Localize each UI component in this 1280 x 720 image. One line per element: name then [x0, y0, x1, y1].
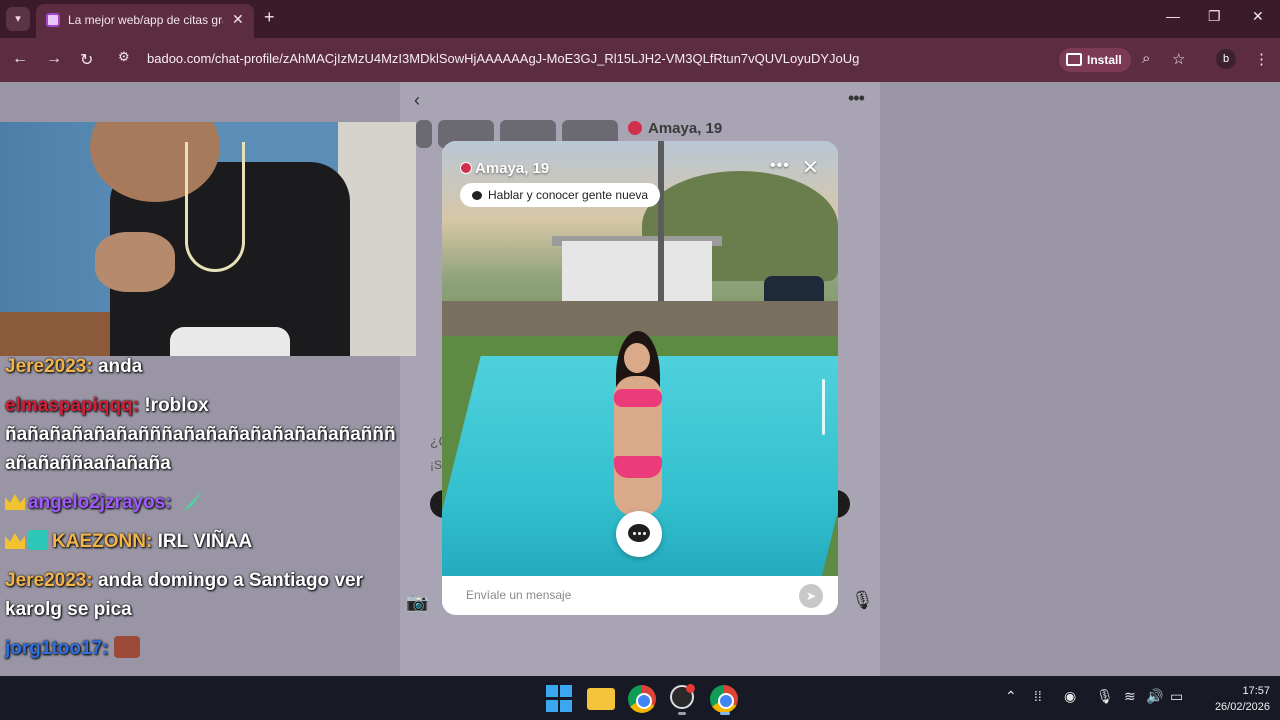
- browser-toolbar: ← → ↻ ⚙ badoo.com/chat-profile/zAhMACjIz…: [0, 38, 1280, 82]
- clock-date: 26/02/2026: [1214, 701, 1270, 713]
- back-button[interactable]: ←: [12, 50, 28, 68]
- tab-title: La mejor web/app de citas grat: [68, 13, 223, 27]
- install-label: Install: [1087, 53, 1122, 67]
- modal-profile-name: Amaya, 19: [460, 160, 549, 177]
- browser-tab[interactable]: La mejor web/app de citas grat ✕: [36, 4, 254, 38]
- message-composer: ➤: [442, 576, 838, 615]
- stream-chat: Jere2023: anda elmaspapiqqq: !roblox ñañ…: [5, 352, 415, 673]
- chat-username: Jere2023: [5, 356, 87, 377]
- open-chat-button[interactable]: [616, 511, 662, 557]
- chat-message: KAEZONN: IRL VIÑAA: [5, 527, 415, 556]
- page-more-icon[interactable]: •••: [848, 88, 865, 109]
- install-icon: [1066, 53, 1082, 66]
- file-explorer-icon[interactable]: [587, 688, 615, 710]
- zoom-icon[interactable]: ⌕: [1142, 50, 1150, 67]
- sub-badge-icon: [28, 530, 48, 550]
- taskbar-clock[interactable]: 17:57 26/02/2026: [1200, 683, 1270, 715]
- wifi-icon[interactable]: ≋: [1124, 688, 1136, 705]
- profile-modal: Amaya, 19 Hablar y conocer gente nueva •…: [442, 141, 838, 615]
- tab-close-button[interactable]: ✕: [232, 11, 244, 28]
- chat-message: jorg1too17:: [5, 634, 415, 663]
- intent-tag: Hablar y conocer gente nueva: [460, 183, 661, 207]
- message-input[interactable]: [456, 582, 786, 608]
- crown-badge-icon: [5, 533, 25, 549]
- chat-message: Jere2023: anda domingo a Santiago ver ka…: [5, 570, 363, 620]
- chat-username: elmaspapiqqq: [5, 395, 133, 416]
- volume-icon[interactable]: 🔊: [1146, 688, 1163, 705]
- chat-username: KAEZONN: [52, 531, 146, 552]
- reload-button[interactable]: ↻: [80, 50, 93, 70]
- address-bar[interactable]: badoo.com/chat-profile/zAhMACjIzMzU4MzI3…: [147, 51, 859, 66]
- page-right-margin: [880, 82, 1280, 676]
- photo-scroll-indicator: [822, 379, 825, 435]
- clock-time: 17:57: [1242, 685, 1270, 697]
- microphone-icon[interactable]: 🎙: [851, 590, 874, 611]
- chat-username: jorg1too17: [5, 638, 103, 659]
- browser-menu-icon[interactable]: ⋮: [1254, 50, 1269, 68]
- verified-icon: [460, 162, 472, 174]
- bookmark-star-icon[interactable]: ☆: [1172, 50, 1185, 68]
- tray-app-grid-icon[interactable]: ⁞⁞: [1034, 688, 1042, 704]
- site-settings-icon[interactable]: ⚙: [118, 49, 136, 67]
- send-button[interactable]: ➤: [799, 584, 823, 608]
- chat-text: IRL VIÑAA: [157, 531, 253, 552]
- chrome-profile-icon[interactable]: [710, 685, 738, 713]
- modal-close-button[interactable]: ✕: [802, 155, 819, 180]
- install-app-button[interactable]: Install: [1059, 48, 1131, 72]
- chat-text: anda: [97, 356, 143, 377]
- tray-mic-icon[interactable]: 🎙: [1096, 688, 1114, 705]
- chat-message: Jere2023: anda: [5, 356, 143, 377]
- battery-icon[interactable]: ▭: [1170, 688, 1183, 705]
- page-profile-name: Amaya, 19: [628, 120, 722, 137]
- webcam-overlay: [0, 122, 416, 356]
- chat-message: elmaspapiqqq: !roblox ñañañañañañañññaña…: [5, 395, 396, 474]
- new-tab-button[interactable]: +: [264, 7, 275, 28]
- modal-more-button[interactable]: •••: [770, 157, 790, 175]
- badoo-favicon-icon: [46, 13, 60, 27]
- browser-tab-bar: ▾ La mejor web/app de citas grat ✕ + — ❐…: [0, 0, 1280, 38]
- chat-username: Jere2023: [5, 570, 87, 591]
- profile-thumb[interactable]: [416, 120, 432, 148]
- forward-button[interactable]: →: [46, 50, 62, 68]
- tray-overflow-icon[interactable]: ⌃: [1005, 688, 1017, 705]
- windows-start-icon[interactable]: [546, 685, 574, 713]
- crown-badge-icon: [5, 494, 25, 510]
- window-close-button[interactable]: ✕: [1252, 8, 1264, 25]
- chrome-icon[interactable]: [628, 685, 656, 713]
- chat-message: angelo2jzrayos:: [5, 488, 415, 517]
- tray-obs-icon[interactable]: ◉: [1064, 688, 1076, 705]
- profile-avatar[interactable]: b: [1216, 49, 1236, 69]
- back-chevron-icon[interactable]: ‹: [414, 90, 420, 111]
- minimize-button[interactable]: —: [1166, 8, 1180, 24]
- feather-emote-icon: [182, 490, 203, 512]
- verified-icon: [628, 121, 642, 135]
- tab-search-button[interactable]: ▾: [6, 7, 30, 31]
- chat-username: angelo2jzrayos: [28, 492, 166, 513]
- chat-bubble-icon: [472, 191, 482, 200]
- maximize-button[interactable]: ❐: [1208, 8, 1221, 25]
- face-emote-icon: [113, 636, 140, 658]
- notification-dot: [686, 684, 695, 693]
